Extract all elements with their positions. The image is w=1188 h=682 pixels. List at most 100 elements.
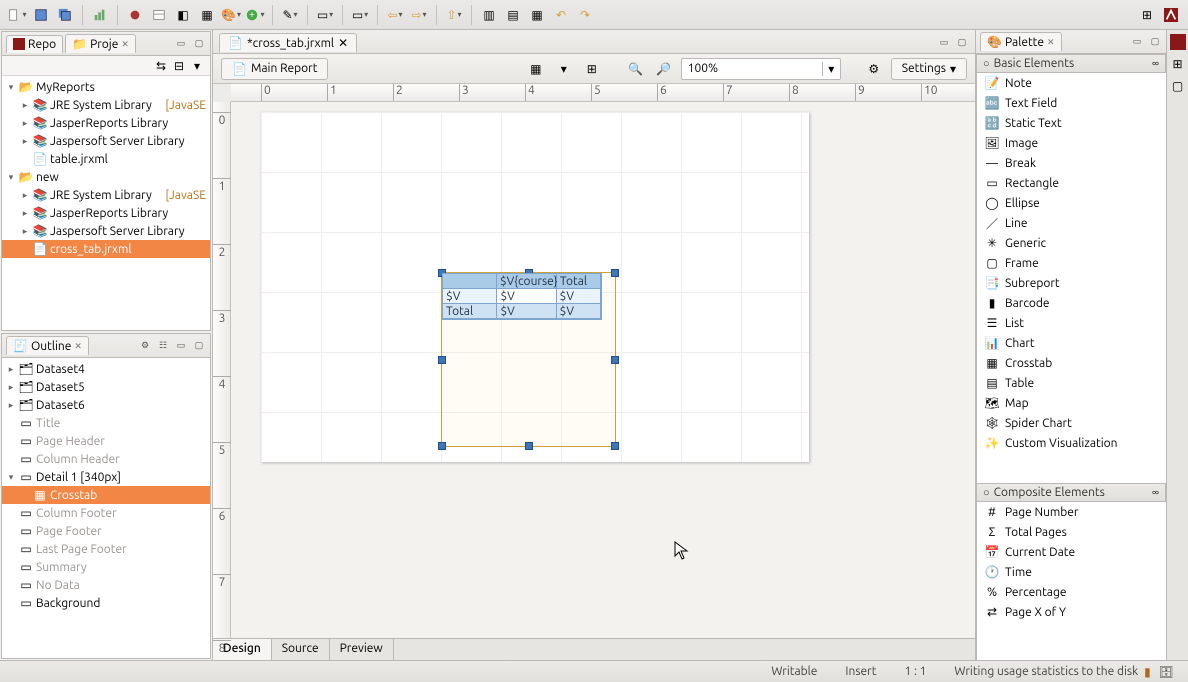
chart-icon[interactable] [89,4,111,26]
back-icon[interactable]: ⇦ [384,4,406,26]
editor-tab-crosstab[interactable]: 📄*cross_tab.jrxml✕ [219,33,357,52]
tree-item-jaspersoft-server-library[interactable]: ▸📚Jaspersoft Server Library [2,132,210,150]
tree-item-background[interactable]: ▭Background [2,594,210,612]
outline-min-icon[interactable]: ▭ [174,339,188,353]
link-editor-icon[interactable]: ⇆ [154,59,168,73]
redo-icon[interactable]: ↷ [574,4,596,26]
tab-source[interactable]: Source [272,639,330,660]
palette-item-static-text[interactable]: 🔡Static Text [977,113,1166,133]
tree-item-title[interactable]: ▭Title [2,414,210,432]
palette-item-current-date[interactable]: 📅Current Date [977,542,1166,562]
palette-item-ellipse[interactable]: ◯Ellipse [977,193,1166,213]
palette-item-list[interactable]: ☰List [977,313,1166,333]
collapse-all-icon[interactable]: ⊟ [172,59,186,73]
settings-gear-icon[interactable]: ⚙ [863,58,885,80]
tree-item-column-footer[interactable]: ▭Column Footer [2,504,210,522]
palette-section-composite[interactable]: ○ Composite Elements∞ [976,483,1166,502]
palette-item-break[interactable]: —Break [977,153,1166,173]
palette-item-spider-chart[interactable]: 🕸Spider Chart [977,413,1166,433]
tree-item-new[interactable]: ▾📂new [2,168,210,186]
tree-item-jasperreports-library[interactable]: ▸📚JasperReports Library [2,114,210,132]
palette-item-page-number[interactable]: #Page Number [977,502,1166,522]
new-button[interactable] [6,4,28,26]
palette-item-percentage[interactable]: %Percentage [977,582,1166,602]
zoom-input[interactable] [682,62,822,75]
nav-icon[interactable]: ◧ [172,4,194,26]
palette-item-table[interactable]: ▤Table [977,373,1166,393]
tree-item-dataset4[interactable]: ▸🗂Dataset4 [2,360,210,378]
palette-item-page-x-of-y[interactable]: ⇄Page X of Y [977,602,1166,622]
style-icon[interactable]: ▭ [314,4,336,26]
palette-item-time[interactable]: 🕐Time [977,562,1166,582]
zoom-in-icon[interactable]: 🔍 [625,58,647,80]
tree-item-jaspersoft-server-library[interactable]: ▸📚Jaspersoft Server Library [2,222,210,240]
tree-item-page-footer[interactable]: ▭Page Footer [2,522,210,540]
palette-item-note[interactable]: 📝Note [977,73,1166,93]
outline-settings1-icon[interactable]: ⚙ [138,339,152,353]
settings-button[interactable]: Settings ▾ [891,58,967,80]
tree-item-no-data[interactable]: ▭No Data [2,576,210,594]
forward-icon[interactable]: ⇨ [408,4,430,26]
palette-item-frame[interactable]: ▢Frame [977,253,1166,273]
tree-item-dataset6[interactable]: ▸🗂Dataset6 [2,396,210,414]
project-tree[interactable]: ▾📂MyReports▸📚JRE System Library[JavaSE▸📚… [2,76,210,330]
add-icon[interactable]: + [244,4,266,26]
crosstab-element[interactable]: $V{course} Total $V $V $V Total $V [442,273,602,320]
tree-item-detail-1-340px-[interactable]: ▾▭Detail 1 [340px] [2,468,210,486]
strip-link-icon[interactable]: ⊞ [1170,56,1186,72]
palette-item-barcode[interactable]: ▮Barcode [977,293,1166,313]
grid2-icon[interactable]: ⊞ [581,58,603,80]
tree-item-crosstab[interactable]: ▦Crosstab [2,486,210,504]
editor-min-icon[interactable]: ▭ [937,36,951,50]
palette-item-image[interactable]: 🖼Image [977,133,1166,153]
save-button[interactable] [30,4,52,26]
ruler-icon[interactable]: ▾ [553,58,575,80]
tree-item-table-jrxml[interactable]: 📄table.jrxml [2,150,210,168]
tree-item-summary[interactable]: ▭Summary [2,558,210,576]
palette-section-basic[interactable]: ○ Basic Elements∞ [976,54,1166,73]
palette-item-crosstab[interactable]: ▦Crosstab [977,353,1166,373]
palette-max-icon[interactable]: ▢ [1148,35,1162,49]
table-icon[interactable] [148,4,170,26]
palette-item-line[interactable]: ／Line [977,213,1166,233]
tree-item-column-header[interactable]: ▭Column Header [2,450,210,468]
palette-item-custom-visualization[interactable]: ✨Custom Visualization [977,433,1166,453]
zoom-combo[interactable]: ▾ [681,58,841,80]
palette-item-text-field[interactable]: 🔤Text Field [977,93,1166,113]
up-icon[interactable]: ⇧ [443,4,465,26]
tab-project[interactable]: 📁Proje✕ [65,34,136,53]
outline-settings2-icon[interactable]: ☷ [156,339,170,353]
align2-icon[interactable]: ▤ [502,4,524,26]
tab-palette[interactable]: 🎨Palette✕ [980,32,1062,51]
wand-icon[interactable]: ✎ [279,4,301,26]
tree-item-jre-system-library[interactable]: ▸📚JRE System Library[JavaSE [2,186,210,204]
tree-item-jre-system-library[interactable]: ▸📚JRE System Library[JavaSE [2,96,210,114]
app-logo-icon[interactable] [1160,4,1182,26]
palette-item-total-pages[interactable]: ΣTotal Pages [977,522,1166,542]
tab-repo[interactable]: Repo [6,35,63,53]
palette-item-subreport[interactable]: 📑Subreport [977,273,1166,293]
design-canvas[interactable]: $V{course} Total $V $V $V Total $V [231,102,975,638]
palette-item-chart[interactable]: 📊Chart [977,333,1166,353]
undo-icon[interactable]: ↶ [550,4,572,26]
strip-logo-icon[interactable] [1170,34,1186,50]
tree-item-dataset5[interactable]: ▸🗂Dataset5 [2,378,210,396]
align1-icon[interactable]: ▥ [478,4,500,26]
report-page[interactable]: $V{course} Total $V $V $V Total $V [261,112,809,462]
tree-item-page-header[interactable]: ▭Page Header [2,432,210,450]
palette-item-map[interactable]: 🗺Map [977,393,1166,413]
minimize-icon[interactable]: ▭ [174,37,188,51]
grid-icon[interactable]: ▦ [525,58,547,80]
tab-preview[interactable]: Preview [330,639,394,660]
zoom-dropdown-icon[interactable]: ▾ [822,62,840,76]
save-all-button[interactable] [54,4,76,26]
selection-box[interactable]: $V{course} Total $V $V $V Total $V [441,272,616,447]
palette-item-rectangle[interactable]: ▭Rectangle [977,173,1166,193]
palette-item-generic[interactable]: ✳Generic [977,233,1166,253]
editor-max-icon[interactable]: ▢ [955,36,969,50]
maximize-icon[interactable]: ▢ [192,37,206,51]
bug-icon[interactable] [124,4,146,26]
tree-item-jasperreports-library[interactable]: ▸📚JasperReports Library [2,204,210,222]
tab-outline[interactable]: 🧾Outline✕ [6,336,89,355]
outline-tree[interactable]: ▸🗂Dataset4▸🗂Dataset5▸🗂Dataset6▭Title▭Pag… [2,358,210,658]
